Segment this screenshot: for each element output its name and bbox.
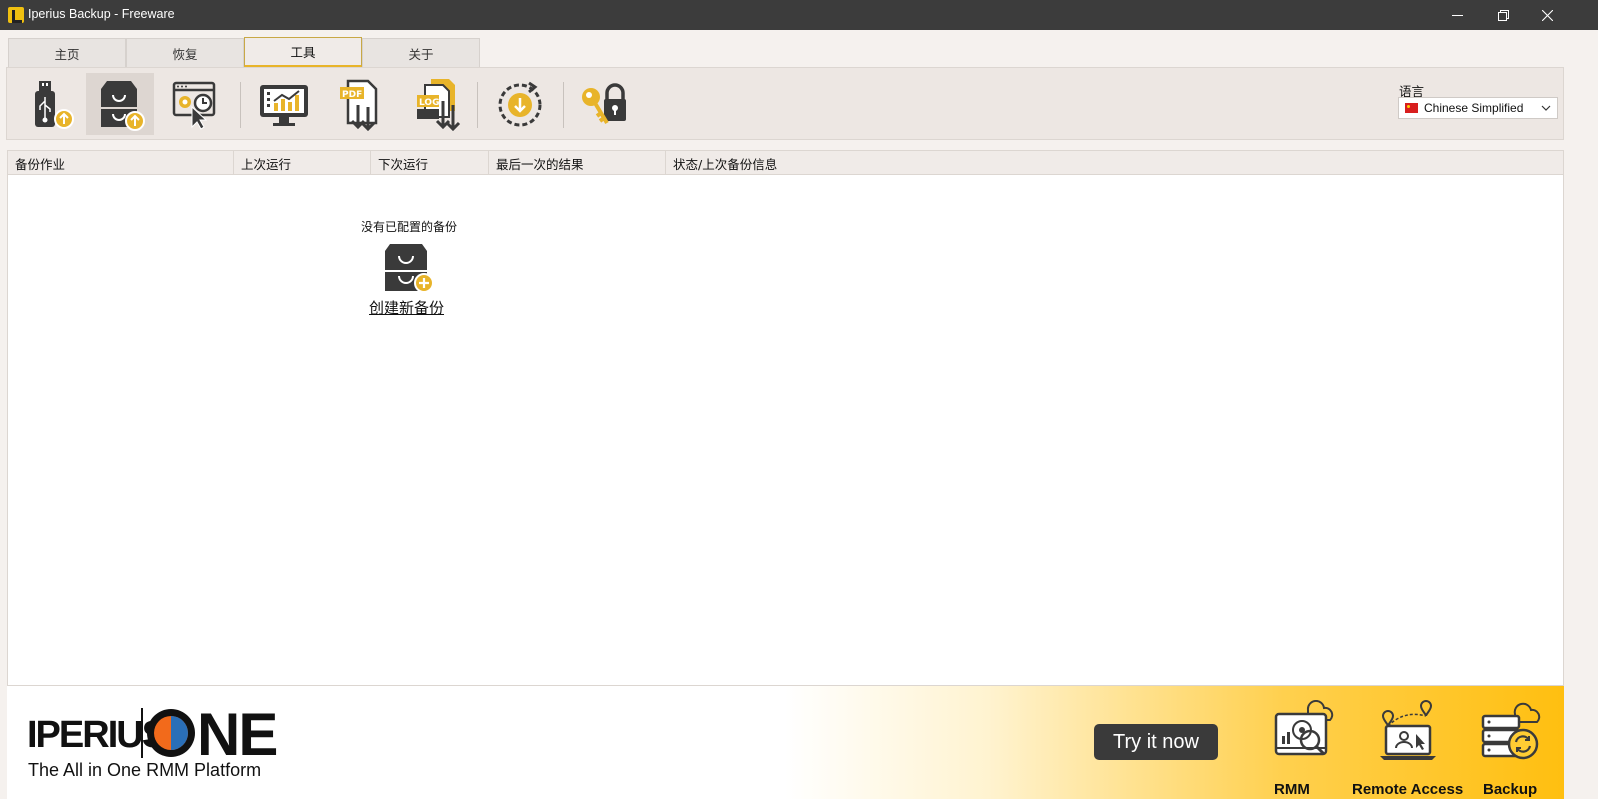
close-button[interactable] [1524,0,1570,30]
brand-suffix: NE [197,701,278,768]
backup-jobs-list[interactable]: 备份作业 上次运行 下次运行 最后一次的结果 状态/上次备份信息 [7,150,1564,686]
column-header-backup-job[interactable]: 备份作业 [8,151,234,175]
svg-text:LOG: LOG [419,98,439,108]
tab-about[interactable]: 关于 [362,38,480,67]
scheduled-settings-icon [172,81,216,130]
key-lock-icon [582,83,626,125]
monitor-chart-button[interactable] [250,73,318,135]
column-header-next-run[interactable]: 下次运行 [371,151,489,175]
promo-backup[interactable]: Backup [1477,700,1543,798]
chevron-down-icon [1541,105,1551,111]
promo-banner[interactable]: IPERIUS NE The All in One RMM Platform T… [7,686,1564,799]
language-value: Chinese Simplified [1424,101,1524,115]
minimize-icon [1451,14,1463,16]
svg-text:PDF: PDF [342,90,362,100]
promo-remote-access[interactable]: Remote Access [1352,700,1492,798]
promo-label-remote-access: Remote Access [1352,781,1464,798]
pdf-download-button[interactable]: PDF [327,73,395,135]
brand-o-logo-icon [147,709,195,757]
column-header-status[interactable]: 状态/上次备份信息 [666,151,916,175]
usb-backup-button[interactable] [17,73,85,135]
brand-divider [141,708,143,758]
no-backups-message: 没有已配置的备份 [360,220,457,234]
restore-button[interactable] [1480,0,1526,30]
toolbar-separator [240,82,241,128]
column-header-last-result[interactable]: 最后一次的结果 [489,151,666,175]
promo-label-backup: Backup [1483,781,1538,798]
update-download-icon [498,81,542,127]
log-download-icon: LOG [417,79,461,131]
monitor-chart-icon [260,85,308,126]
create-new-backup-link[interactable]: 创建新备份 [369,297,444,318]
scheduled-settings-button[interactable] [161,73,229,135]
tools-toolbar: PDF LOG 语言 Chinese Simplified [6,67,1564,140]
app-logo-icon [8,7,24,23]
tab-tools[interactable]: 工具 [244,37,362,67]
key-lock-button[interactable] [570,73,638,135]
remote-access-laptop-icon [1380,700,1436,760]
column-header-last-run[interactable]: 上次运行 [234,151,371,175]
list-header: 备份作业 上次运行 下次运行 最后一次的结果 状态/上次备份信息 [8,151,1563,175]
tab-restore[interactable]: 恢复 [126,38,244,67]
promo-rmm[interactable]: RMM [1270,700,1336,798]
archive-backup-icon [101,81,145,131]
window-title: Iperius Backup - Freeware [28,7,175,21]
promo-label-rmm: RMM [1274,781,1310,798]
update-download-button[interactable] [486,73,554,135]
new-backup-archive-icon[interactable] [384,243,434,293]
tab-home[interactable]: 主页 [8,38,126,67]
archive-backup-button[interactable] [86,73,154,135]
rmm-monitor-icon [1274,700,1334,756]
brand-wordmark: IPERIUS [27,714,167,756]
pdf-download-icon: PDF [340,79,378,131]
toolbar-separator [477,82,478,128]
language-select[interactable]: Chinese Simplified [1398,97,1558,119]
close-icon [1541,9,1553,21]
brand-tagline: The All in One RMM Platform [28,760,262,780]
china-flag-icon [1405,103,1418,113]
title-bar: Iperius Backup - Freeware [0,0,1598,30]
restore-icon [1497,9,1509,21]
backup-server-icon [1481,702,1541,760]
minimize-button[interactable] [1434,0,1480,30]
usb-backup-icon [35,81,74,129]
try-it-now-button[interactable]: Try it now [1094,724,1218,760]
log-download-button[interactable]: LOG [402,73,470,135]
toolbar-separator [563,82,564,128]
